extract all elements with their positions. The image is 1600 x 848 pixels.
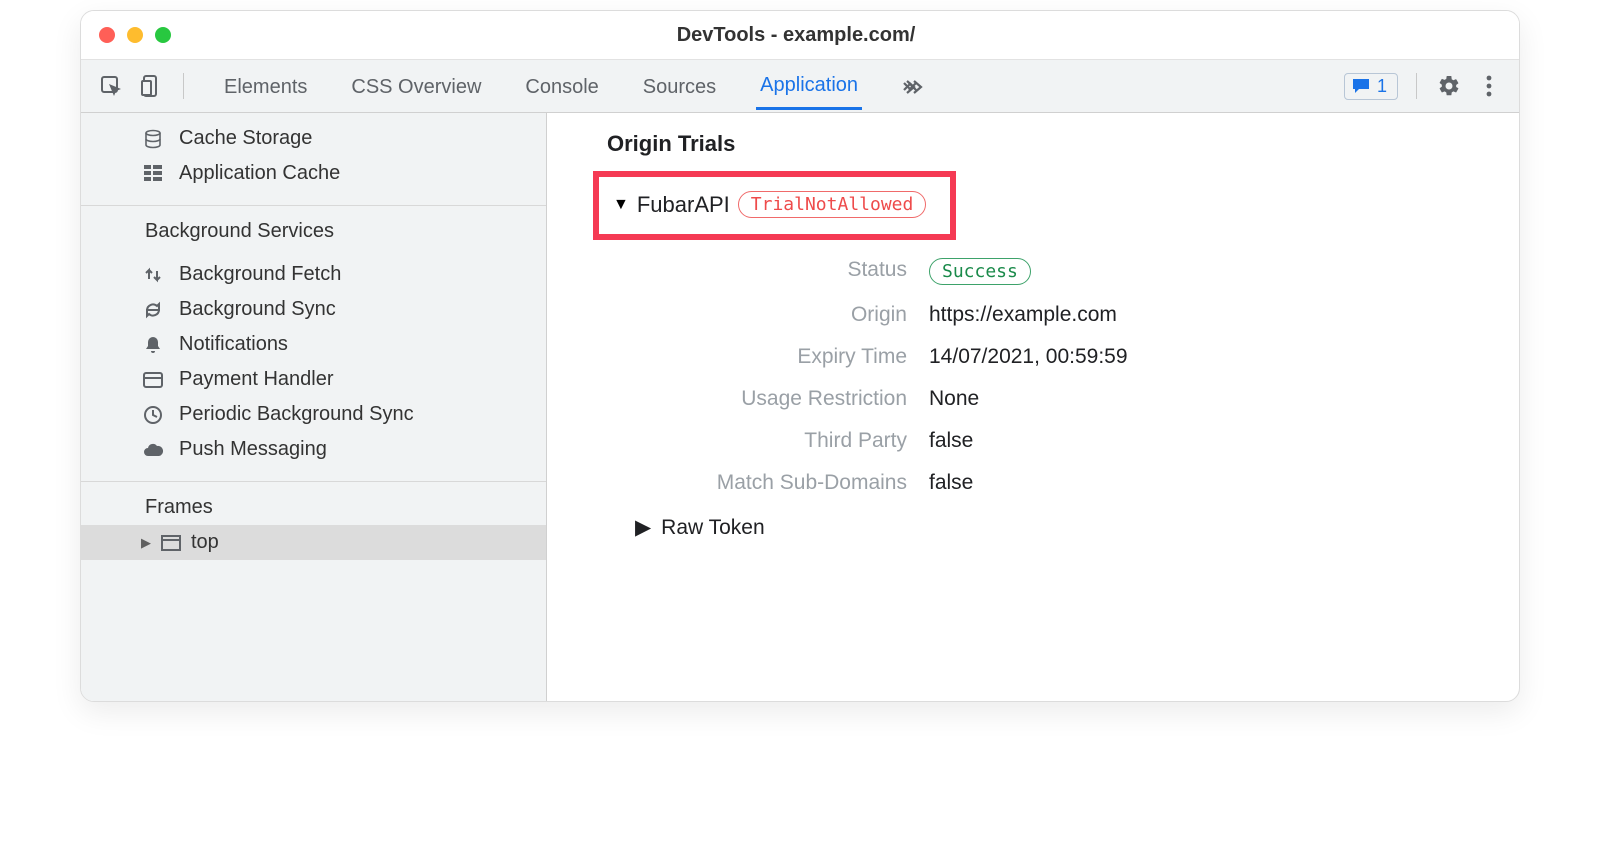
device-toolbar-icon[interactable]: [137, 72, 165, 100]
sidebar-item-label: Payment Handler: [179, 368, 334, 391]
divider: [81, 481, 546, 482]
database-icon: [141, 129, 165, 149]
window-title: DevTools - example.com/: [91, 24, 1501, 47]
origin-trials-heading: Origin Trials: [607, 131, 1495, 157]
messages-count: 1: [1377, 76, 1387, 97]
label-third-party: Third Party: [599, 429, 929, 453]
raw-token-label: Raw Token: [661, 516, 765, 540]
devtools-window: DevTools - example.com/ Elements CSS Ove…: [80, 10, 1520, 702]
bell-icon: [141, 335, 165, 355]
value-usage-restriction: None: [929, 387, 1495, 411]
panel-tabs: Elements CSS Overview Console Sources Ap…: [220, 62, 1332, 110]
sidebar-item-label: Periodic Background Sync: [179, 403, 414, 426]
tab-elements[interactable]: Elements: [220, 64, 311, 109]
panel-body: Cache Storage Application Cache Backgrou…: [81, 113, 1519, 701]
kebab-menu-icon[interactable]: [1475, 72, 1503, 100]
value-expiry: 14/07/2021, 00:59:59: [929, 345, 1495, 369]
disclosure-triangle-icon[interactable]: ▶: [141, 535, 151, 551]
value-match-subdomains: false: [929, 471, 1495, 495]
sidebar-item-label: Application Cache: [179, 162, 340, 185]
frame-icon: [161, 535, 181, 551]
token-status-badge: Success: [929, 258, 1031, 285]
label-origin: Origin: [599, 303, 929, 327]
more-tabs-icon[interactable]: [898, 67, 928, 105]
sidebar-item-label: Cache Storage: [179, 127, 312, 150]
trial-row[interactable]: ▼ FubarAPI TrialNotAllowed: [613, 191, 926, 218]
clock-icon: [141, 405, 165, 425]
sidebar-item-periodic-background-sync[interactable]: Periodic Background Sync: [81, 397, 546, 432]
cloud-icon: [141, 442, 165, 458]
sidebar-item-label: Background Fetch: [179, 263, 341, 286]
disclosure-triangle-icon[interactable]: ▶: [635, 515, 651, 540]
value-third-party: false: [929, 429, 1495, 453]
devtools-toolbar: Elements CSS Overview Console Sources Ap…: [81, 59, 1519, 113]
label-match-subdomains: Match Sub-Domains: [599, 471, 929, 495]
titlebar: DevTools - example.com/: [81, 11, 1519, 59]
grid-icon: [141, 165, 165, 183]
sync-icon: [141, 300, 165, 320]
raw-token-row[interactable]: ▶ Raw Token: [635, 515, 1495, 540]
sidebar-item-label: Notifications: [179, 333, 288, 356]
sidebar-item-notifications[interactable]: Notifications: [81, 327, 546, 362]
sidebar-item-cache-storage[interactable]: Cache Storage: [81, 121, 546, 156]
frame-label: top: [191, 531, 219, 554]
tab-console[interactable]: Console: [521, 64, 602, 109]
sidebar-item-push-messaging[interactable]: Push Messaging: [81, 432, 546, 467]
trial-status-badge: TrialNotAllowed: [738, 191, 927, 218]
sidebar-item-payment-handler[interactable]: Payment Handler: [81, 362, 546, 397]
sidebar-item-background-fetch[interactable]: Background Fetch: [81, 257, 546, 292]
trial-details: Status Success Origin https://example.co…: [599, 258, 1495, 495]
main-panel: Origin Trials ▼ FubarAPI TrialNotAllowed…: [547, 113, 1519, 701]
sidebar-item-label: Push Messaging: [179, 438, 327, 461]
settings-icon[interactable]: [1435, 72, 1463, 100]
label-status: Status: [599, 258, 929, 285]
inspect-element-icon[interactable]: [97, 72, 125, 100]
tab-sources[interactable]: Sources: [639, 64, 720, 109]
tab-application[interactable]: Application: [756, 62, 862, 110]
sidebar-item-label: Background Sync: [179, 298, 336, 321]
divider: [183, 73, 184, 99]
label-expiry: Expiry Time: [599, 345, 929, 369]
highlight-annotation: ▼ FubarAPI TrialNotAllowed: [593, 171, 956, 240]
sidebar-item-background-sync[interactable]: Background Sync: [81, 292, 546, 327]
fetch-arrows-icon: [141, 265, 165, 285]
sidebar-header-frames: Frames: [81, 488, 546, 525]
label-usage-restriction: Usage Restriction: [599, 387, 929, 411]
trial-name: FubarAPI: [637, 192, 730, 218]
value-origin: https://example.com: [929, 303, 1495, 327]
credit-card-icon: [141, 372, 165, 388]
divider: [1416, 73, 1417, 99]
sidebar-item-application-cache[interactable]: Application Cache: [81, 156, 546, 191]
divider: [81, 205, 546, 206]
sidebar-item-frame-top[interactable]: ▶ top: [81, 525, 546, 560]
messages-badge[interactable]: 1: [1344, 73, 1398, 100]
sidebar-header-background-services: Background Services: [81, 212, 546, 249]
disclosure-triangle-down-icon[interactable]: ▼: [613, 196, 629, 214]
tab-css-overview[interactable]: CSS Overview: [347, 64, 485, 109]
sidebar: Cache Storage Application Cache Backgrou…: [81, 113, 547, 701]
message-icon: [1351, 77, 1371, 95]
